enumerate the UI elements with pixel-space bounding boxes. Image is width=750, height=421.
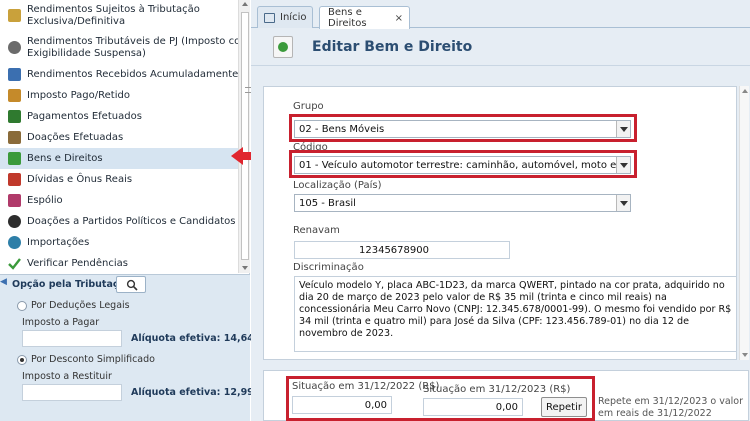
sidebar-item-label: Bens e Direitos — [27, 152, 103, 164]
imposto-pagar-label: Imposto a Pagar — [22, 317, 100, 328]
calendar-income-icon — [8, 68, 21, 81]
renavam-input[interactable]: 12345678900 — [294, 241, 510, 259]
sidebar-item-label: Espólio — [27, 194, 63, 206]
tab-inicio[interactable]: Início — [257, 6, 313, 28]
chevron-down-icon[interactable] — [616, 195, 630, 211]
localizacao-value: 105 - Brasil — [299, 197, 356, 209]
repetir-note-line1: Repete em 31/12/2023 o valor — [598, 396, 744, 407]
renavam-label: Renavam — [293, 225, 340, 236]
sidebar-item-label: Rendimentos Tributáveis de PJ (Imposto c… — [27, 36, 238, 47]
scroll-thumb[interactable] — [241, 12, 251, 260]
imposto-pagar-field — [22, 330, 122, 347]
discriminacao-value: Veículo modelo Y, placa ABC-1D23, da mar… — [299, 280, 732, 339]
sidebar-item-label: Doações a Partidos Políticos e Candidato… — [27, 215, 236, 227]
check-icon — [8, 257, 21, 270]
close-icon[interactable]: × — [395, 13, 403, 24]
money-icon — [8, 89, 21, 102]
sidebar-item-dividas[interactable]: Dívidas e Ônus Reais — [0, 169, 238, 190]
tab-bar: Início Bens e Direitos × — [251, 0, 750, 29]
home-icon — [264, 12, 275, 23]
left-panel: Rendimentos Sujeitos à Tributação Exclusi… — [0, 0, 263, 421]
sidebar-item-label: Exigibilidade Suspensa) — [27, 48, 146, 59]
sidebar-item-rendimentos-pj[interactable]: Rendimentos Tributáveis de PJ (Imposto c… — [0, 33, 238, 64]
sidebar-item-label: Exclusiva/Definitiva — [27, 16, 126, 27]
scroll-up-icon[interactable] — [742, 89, 748, 93]
option-desconto-simplificado-label: Por Desconto Simplificado — [31, 354, 155, 365]
sidebar-item-doacoes[interactable]: Doações Efetuadas — [0, 127, 238, 148]
form-scrollbar[interactable] — [739, 86, 749, 360]
sidebar-item-label: Pagamentos Efetuados — [27, 110, 142, 122]
taxation-search-button[interactable] — [116, 276, 146, 293]
taxation-arrow-icon: ◀ — [0, 277, 7, 287]
repetir-note-line2: em reais de 31/12/2022 — [598, 408, 712, 419]
radio-deducoes-legais[interactable] — [17, 301, 27, 311]
discriminacao-label: Discriminação — [293, 262, 364, 273]
main-panel: Início Bens e Direitos × Editar Bem e Di… — [251, 0, 750, 421]
sidebar-item-pendencias[interactable]: Verificar Pendências — [0, 253, 238, 273]
search-icon — [126, 279, 138, 291]
scroll-down-icon[interactable] — [242, 266, 248, 270]
aliquota-simplificada: Alíquota efetiva: 12,99% — [131, 387, 264, 398]
sidebar-item-importacoes[interactable]: Importações — [0, 232, 238, 253]
discriminacao-textarea[interactable]: Veículo modelo Y, placa ABC-1D23, da mar… — [294, 276, 737, 352]
imposto-restituir-field — [22, 384, 122, 401]
tab-bens-direitos[interactable]: Bens e Direitos × — [319, 6, 410, 29]
sidebar-item-bens-direitos[interactable]: Bens e Direitos — [0, 148, 238, 169]
sidebar-item-pagamentos[interactable]: Pagamentos Efetuados — [0, 106, 238, 127]
debts-icon — [8, 173, 21, 186]
sidebar-item-label: Rendimentos Recebidos Acumuladamente — [27, 68, 238, 80]
sidebar-item-label: Rendimentos Sujeitos à Tributação — [27, 4, 200, 15]
party-donation-icon — [8, 215, 21, 228]
sidebar-item-label: Importações — [27, 236, 90, 248]
sidebar-nav: Rendimentos Sujeitos à Tributação Exclusi… — [0, 0, 238, 273]
localizacao-select[interactable]: 105 - Brasil — [294, 194, 631, 212]
sidebar-item-label: Imposto Pago/Retido — [27, 89, 130, 101]
sidebar-item-rra[interactable]: Rendimentos Recebidos Acumuladamente — [0, 64, 238, 85]
sidebar-item-imposto-pago[interactable]: Imposto Pago/Retido — [0, 85, 238, 106]
tab-label: Início — [280, 12, 307, 23]
sidebar-item-label: Doações Efetuadas — [27, 131, 124, 143]
highlight-frame-situacao — [286, 376, 595, 421]
sidebar-item-espolio[interactable]: Espólio — [0, 190, 238, 211]
assets-icon — [8, 152, 21, 165]
asset-form: Grupo 02 - Bens Móveis Código 01 - Veícu… — [263, 86, 737, 360]
gear-arrows-icon — [8, 41, 21, 54]
highlight-frame-codigo — [289, 150, 637, 178]
sidebar-item-doacoes-partidos[interactable]: Doações a Partidos Políticos e Candidato… — [0, 211, 238, 232]
scroll-up-icon[interactable] — [242, 2, 248, 6]
import-icon — [8, 236, 21, 249]
payment-icon — [8, 110, 21, 123]
assets-icon — [273, 36, 293, 58]
situacao-panel: Situação em 31/12/2022 (R$) 0,00 Situaçã… — [263, 370, 749, 421]
option-deducoes-legais-label: Por Deduções Legais — [31, 300, 130, 311]
sidebar-item-label: Verificar Pendências — [27, 257, 128, 269]
page-title: Editar Bem e Direito — [312, 39, 473, 55]
taxation-panel: ◀ Opção pela Tributação: Por Deduções Le… — [0, 274, 263, 421]
imposto-restituir-label: Imposto a Restituir — [22, 371, 112, 382]
tax-doc-icon — [8, 9, 21, 22]
grupo-label: Grupo — [293, 101, 324, 112]
localizacao-label: Localização (País) — [293, 180, 382, 191]
sidebar-item-label: Dívidas e Ônus Reais — [27, 173, 133, 185]
sidebar-item-rendimentos-exclusiva[interactable]: Rendimentos Sujeitos à Tributação Exclusi… — [0, 1, 238, 32]
radio-desconto-simplificado[interactable] — [17, 355, 27, 365]
page-header: Editar Bem e Direito — [251, 29, 750, 66]
donation-icon — [8, 131, 21, 144]
highlight-frame-grupo — [289, 114, 637, 142]
aliquota-legal: Alíquota efetiva: 14,64% — [131, 333, 264, 344]
renavam-value: 12345678900 — [359, 244, 429, 256]
tab-label: Bens e Direitos — [328, 7, 367, 29]
scroll-down-icon[interactable] — [742, 353, 748, 357]
estate-icon — [8, 194, 21, 207]
sidebar-scrollbar[interactable] — [238, 0, 251, 273]
